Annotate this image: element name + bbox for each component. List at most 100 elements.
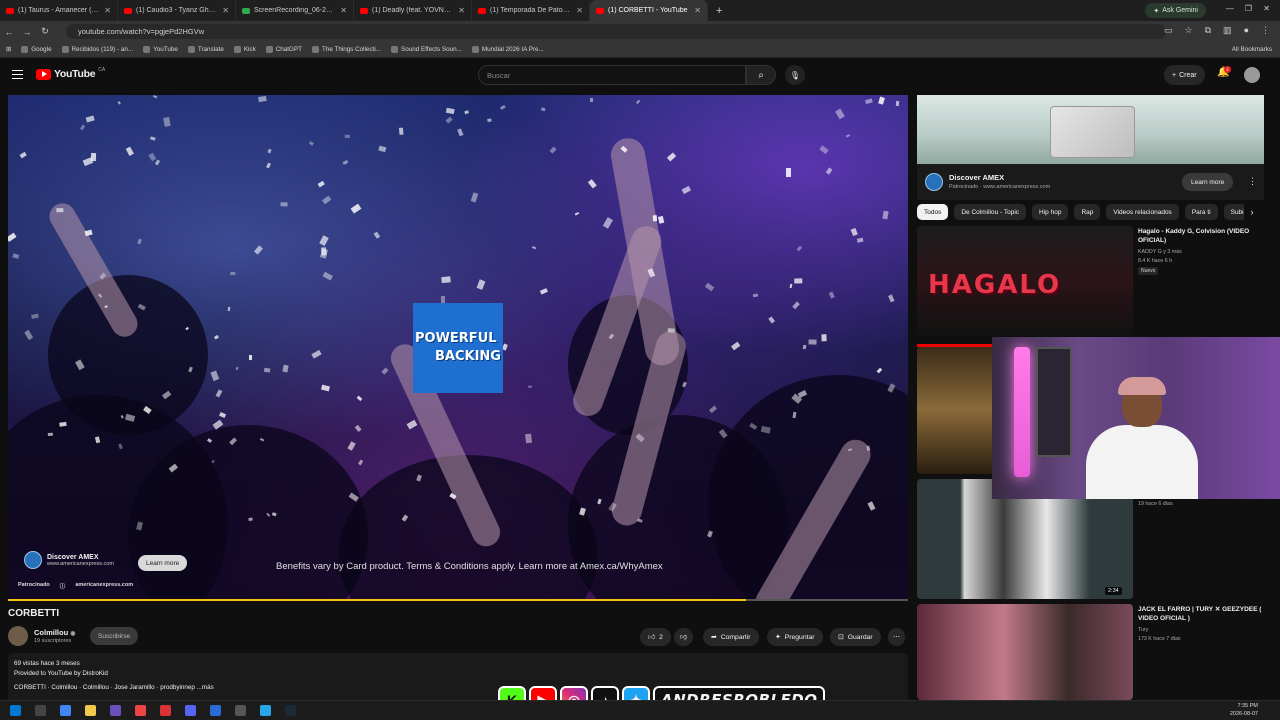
address-bar[interactable]: youtube.com/watch?v=pgjePd2HGVw: [66, 24, 1166, 39]
confetti-piece: [342, 159, 349, 165]
extensions-icon[interactable]: ⧉: [1205, 25, 1211, 36]
browser-tab[interactable]: (1) Deadly (feat. YOVNGLIZZY) ✕: [354, 0, 472, 21]
confetti-piece: [808, 339, 817, 345]
discord-icon[interactable]: [185, 705, 196, 716]
tab-title: (1) CORBETTI - YouTube: [608, 7, 688, 14]
cast-icon[interactable]: ▭: [1164, 25, 1173, 36]
bookmark-item[interactable]: Google: [21, 46, 52, 53]
windows-start-icon[interactable]: [10, 705, 21, 716]
menu-icon[interactable]: ⋮: [1261, 25, 1270, 36]
search-icon[interactable]: [35, 705, 46, 716]
more-actions-button[interactable]: ⋯: [888, 628, 905, 646]
browser-tab[interactable]: (1) CORBETTI - YouTube ✕: [590, 0, 708, 21]
browser-tab[interactable]: (1) Caudio3 - Tyanz Ghost - You ✕: [118, 0, 236, 21]
steam-icon[interactable]: [285, 705, 296, 716]
maximize-icon[interactable]: ❐: [1245, 4, 1252, 13]
search-button[interactable]: ⌕: [746, 65, 776, 85]
info-icon[interactable]: ⓘ: [60, 582, 66, 590]
apps-grid-icon[interactable]: ⊞: [6, 46, 11, 53]
confetti-piece: [540, 107, 546, 111]
bookmark-item[interactable]: Translate: [187, 46, 224, 53]
bookmark-item[interactable]: The Things Collecti...: [312, 46, 381, 53]
video-player[interactable]: POWERFUL BACKING Discover AMEX www.ameri…: [8, 95, 908, 600]
chrome-icon[interactable]: [160, 705, 171, 716]
more-icon: ⋯: [893, 634, 900, 641]
bookmark-item[interactable]: Mundial 2026 IA Pre...: [471, 46, 544, 53]
confetti-piece: [154, 159, 161, 166]
more-icon[interactable]: ⋮: [1248, 176, 1257, 187]
channel-name[interactable]: Colmillou ◉: [34, 628, 76, 637]
search-input[interactable]: Buscar: [478, 65, 746, 85]
browser-tab[interactable]: ScreenRecording_06-24-2026 1✕: [236, 0, 354, 21]
share-icon: ➦: [711, 634, 717, 641]
sidebar-ad-info: Discover AMEX Patrocinado · www.american…: [917, 164, 1264, 200]
youtube-logo[interactable]: YouTube CA: [36, 67, 105, 80]
all-bookmarks-button[interactable]: All Bookmarks: [1232, 46, 1272, 53]
chrome-icon[interactable]: [60, 705, 71, 716]
app-icon[interactable]: [210, 705, 221, 716]
tab-close-icon[interactable]: ✕: [340, 6, 347, 15]
ad-advertiser-card[interactable]: Discover AMEX www.americanexpress.com: [24, 551, 114, 569]
forward-icon[interactable]: →: [18, 27, 36, 37]
share-button[interactable]: ➦ Compartir: [703, 628, 759, 646]
tab-close-icon[interactable]: ✕: [458, 6, 465, 15]
voice-search-button[interactable]: 🎙: [785, 65, 805, 85]
ad-learn-more-button[interactable]: Learn more: [138, 555, 188, 571]
create-button[interactable]: + Crear: [1164, 65, 1205, 85]
filter-chip[interactable]: Rap: [1074, 204, 1101, 220]
user-avatar[interactable]: [1244, 67, 1260, 83]
obs-icon[interactable]: [135, 705, 146, 716]
video-channel[interactable]: KADDY G y 3 más: [1138, 248, 1182, 256]
minimize-icon[interactable]: —: [1226, 4, 1234, 13]
tab-close-icon[interactable]: ✕: [104, 6, 111, 15]
bookmark-item[interactable]: Sound Effects Soun...: [391, 46, 462, 53]
telegram-icon[interactable]: [260, 705, 271, 716]
system-clock[interactable]: 7:35 PM 2026-08-07: [1230, 702, 1258, 718]
sidepanel-icon[interactable]: ▥: [1223, 25, 1232, 36]
bookmark-item[interactable]: YouTube: [143, 46, 178, 53]
video-thumbnail[interactable]: [917, 346, 997, 474]
bookmark-item[interactable]: Recibidos (119) - an...: [61, 46, 133, 53]
app-icon[interactable]: [110, 705, 121, 716]
bookmark-item[interactable]: Kick: [233, 46, 256, 53]
close-window-icon[interactable]: ✕: [1263, 4, 1270, 13]
tab-title: (1) Temporada De Patos - Lil G: [490, 7, 572, 14]
confetti-piece: [79, 124, 86, 131]
filter-chip[interactable]: Videos relacionados: [1106, 204, 1179, 220]
windows-taskbar: [0, 700, 1280, 720]
file-explorer-icon[interactable]: [85, 705, 96, 716]
video-title[interactable]: Hagalo - Kaddy G, Colvision (VIDEO OFICI…: [1138, 227, 1263, 245]
subscribe-button[interactable]: Suscribirse: [90, 627, 139, 645]
confetti-piece: [540, 288, 548, 295]
chevron-right-icon[interactable]: ›: [1244, 204, 1260, 220]
filter-chip[interactable]: Para ti: [1184, 204, 1218, 220]
sidebar-ad-learn-more-button[interactable]: Learn more: [1182, 173, 1234, 191]
star-icon[interactable]: ☆: [1185, 25, 1193, 36]
tab-close-icon[interactable]: ✕: [222, 6, 229, 15]
hamburger-menu-icon[interactable]: [12, 70, 23, 79]
filter-chip[interactable]: Hip hop: [1032, 204, 1069, 220]
app-icon[interactable]: [235, 705, 246, 716]
bookmark-item[interactable]: ChatGPT: [265, 46, 302, 53]
profile-icon[interactable]: ●: [1244, 25, 1249, 36]
thumbnail-text: HAGALO: [928, 270, 1062, 300]
tab-close-icon[interactable]: ✕: [576, 6, 583, 15]
video-thumbnail[interactable]: [917, 604, 1133, 700]
ask-button[interactable]: ✦ Preguntar: [767, 628, 823, 646]
dislike-button[interactable]: 👎︎: [674, 628, 693, 646]
like-button[interactable]: 👍︎ 2: [640, 628, 671, 646]
filter-chip[interactable]: Todos: [917, 204, 949, 220]
filter-chip[interactable]: De Colmillou - Topic: [954, 204, 1027, 220]
reload-icon[interactable]: ↻: [36, 26, 54, 37]
channel-avatar[interactable]: [8, 626, 28, 646]
ask-gemini-button[interactable]: ✦ Ask Gemini: [1145, 3, 1206, 18]
browser-tab[interactable]: (1) Temporada De Patos - Lil G ✕: [472, 0, 590, 21]
confetti-piece: [378, 145, 387, 152]
new-tab-button[interactable]: +: [708, 5, 730, 17]
video-channel[interactable]: Tury: [1138, 626, 1148, 634]
tab-close-icon[interactable]: ✕: [694, 6, 701, 15]
save-button[interactable]: ⊡ Guardar: [830, 628, 881, 646]
browser-tab[interactable]: (1) Taurus - Amanecer (Official✕: [0, 0, 118, 21]
video-title[interactable]: JACK EL FARRO | TURY ✕ GEEZYDEE ( VIDEO …: [1138, 605, 1264, 623]
back-icon[interactable]: ←: [0, 27, 18, 37]
